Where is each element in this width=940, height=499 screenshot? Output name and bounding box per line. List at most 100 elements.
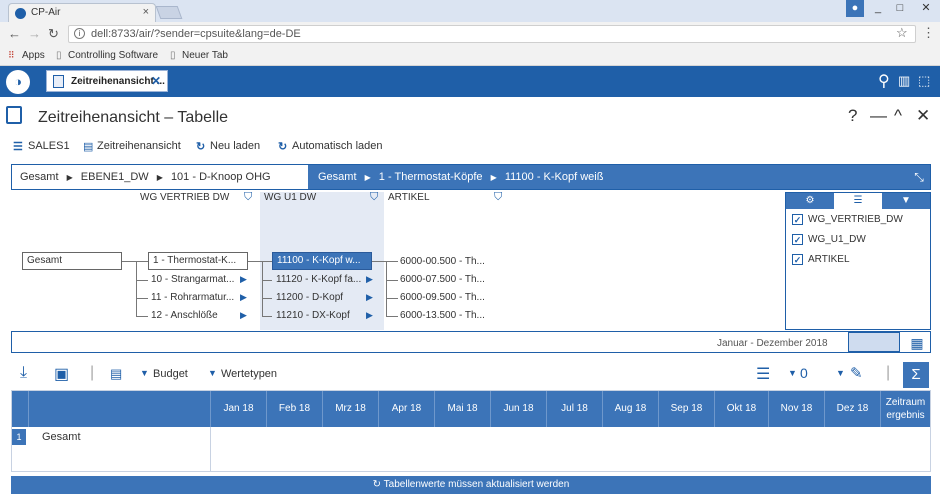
calendar-icon[interactable]: ▦ [906, 333, 928, 353]
reload-button[interactable]: Neu laden [210, 140, 260, 152]
expand-arrow-icon[interactable]: ▶ [240, 292, 247, 303]
row-number: 1 [12, 429, 26, 445]
level-checkbox[interactable]: ✓ ARTIKEL [792, 253, 922, 269]
breadcrumb-item[interactable]: 11100 - K-Kopf weiß [505, 171, 604, 183]
tree-leaf[interactable]: 6000-07.500 - Th... [400, 274, 485, 285]
breadcrumb-item[interactable]: EBENE1_DW [81, 171, 149, 183]
reload-icon[interactable]: ↻ [48, 26, 59, 42]
tree-node[interactable]: 11120 - K-Kopf fa... [276, 274, 361, 285]
checkbox-checked-icon[interactable]: ✓ [792, 254, 803, 265]
month-header[interactable]: Mrz 18 [322, 391, 378, 427]
browser-tab[interactable]: CP-Air × [8, 3, 156, 22]
fullscreen-icon[interactable]: ⬚ [918, 73, 930, 89]
browser-menu-icon[interactable]: ⋮ [922, 25, 935, 41]
month-header[interactable]: Okt 18 [714, 391, 768, 427]
level-checkbox[interactable]: ✓ WG_VERTRIEB_DW [792, 213, 922, 229]
expand-arrow-icon[interactable]: ▶ [366, 310, 373, 321]
filter-icon[interactable]: ⛉ [494, 191, 502, 204]
tree-node[interactable]: 10 - Strangarmat... [151, 274, 234, 285]
help-icon[interactable]: ? [848, 106, 857, 126]
maximize-button[interactable]: □ [890, 0, 910, 17]
auto-reload-button[interactable]: Automatisch laden [292, 140, 383, 152]
checkbox-checked-icon[interactable]: ✓ [792, 214, 803, 225]
download-icon[interactable]: ⤓ [20, 364, 27, 382]
breadcrumb-item[interactable]: Gesamt [20, 171, 59, 183]
sum-icon[interactable]: Σ [903, 362, 929, 388]
new-tab-button[interactable] [155, 6, 183, 19]
back-icon[interactable]: ← [8, 26, 21, 41]
month-header[interactable]: Jan 18 [210, 391, 266, 427]
filter-icon[interactable]: ⛉ [370, 191, 378, 204]
app-logo[interactable]: ◑ [6, 70, 30, 94]
month-header[interactable]: Apr 18 [378, 391, 434, 427]
save-icon[interactable]: ▣ [54, 364, 69, 384]
minimize-icon[interactable]: — [870, 106, 887, 126]
reload-icon: ↻ [196, 141, 206, 153]
expand-arrow-icon[interactable]: ▶ [366, 292, 373, 303]
expand-arrow-icon[interactable]: ▶ [240, 274, 247, 285]
app-tab[interactable]: Zeitreihenansicht ... ✕ [46, 70, 168, 92]
search-icon[interactable]: ⚲ [878, 71, 890, 91]
month-header[interactable]: Sep 18 [658, 391, 714, 427]
tree-node[interactable]: 1 - Thermostat-K... [148, 252, 248, 270]
sales-button[interactable]: SALES1 [28, 140, 70, 152]
print-icon[interactable]: ▤ [110, 366, 122, 382]
breadcrumb-item[interactable]: Gesamt [318, 171, 357, 183]
filter-icon[interactable]: ▼ [882, 193, 930, 209]
expand-arrow-icon[interactable]: ▶ [366, 274, 373, 285]
bookmark-controlling[interactable]: Controlling Software [68, 50, 158, 61]
period-slider-handle[interactable] [848, 332, 900, 352]
refresh-notice-button[interactable]: ↻ Tabellenwerte müssen aktualisiert werd… [11, 476, 931, 494]
info-icon[interactable]: i [74, 28, 85, 39]
tree-leaf[interactable]: 6000-13.500 - Th... [400, 310, 485, 321]
forward-icon[interactable]: → [28, 26, 41, 41]
rows-icon[interactable]: ☰ [756, 364, 770, 384]
layout-icon[interactable]: ▥ [898, 73, 910, 89]
tree-leaf[interactable]: 6000-00.500 - Th... [400, 256, 485, 267]
row-label[interactable]: Gesamt [42, 431, 81, 443]
filter-icon[interactable]: ⛉ [244, 191, 252, 204]
collapse-icon[interactable]: ^ [894, 106, 902, 126]
close-icon[interactable]: ✕ [151, 74, 161, 88]
user-icon[interactable]: ● [846, 0, 864, 17]
month-header[interactable]: Nov 18 [768, 391, 824, 427]
month-header[interactable]: Jun 18 [490, 391, 546, 427]
period-slider[interactable]: Januar - Dezember 2018 [11, 331, 931, 353]
tree-node[interactable]: 12 - Anschlöße [151, 310, 218, 321]
number-format-icon[interactable]: 0 [800, 365, 808, 381]
level-checkbox[interactable]: ✓ WG_U1_DW [792, 233, 922, 249]
expand-icon[interactable]: ⤡ [908, 165, 930, 189]
tree-node[interactable]: 11 - Rohrarmatur... [151, 292, 234, 303]
month-header[interactable]: Dez 18 [824, 391, 880, 427]
breadcrumb-item[interactable]: 1 - Thermostat-Köpfe [379, 171, 483, 183]
view-button[interactable]: Zeitreihenansicht [97, 140, 181, 152]
hierarchy-icon[interactable]: ⚙ [786, 193, 834, 209]
tree-node[interactable]: 11200 - D-Kopf [276, 292, 343, 303]
expand-arrow-icon[interactable]: ▶ [240, 310, 247, 321]
month-header[interactable]: Mai 18 [434, 391, 490, 427]
total-header[interactable]: Zeitraum ergebnis [880, 391, 930, 427]
checkbox-checked-icon[interactable]: ✓ [792, 234, 803, 245]
tree-node[interactable]: 11210 - DX-Kopf [276, 310, 350, 321]
url-text: dell:8733/air/?sender=cpsuite&lang=de-DE [91, 28, 301, 40]
close-icon[interactable]: × [143, 6, 149, 18]
list-icon[interactable]: ☰ [834, 193, 882, 209]
month-header[interactable]: Feb 18 [266, 391, 322, 427]
url-field[interactable]: i dell:8733/air/?sender=cpsuite&lang=de-… [68, 25, 916, 43]
bookmark-star-icon[interactable]: ☆ [896, 25, 908, 41]
value-types-dropdown[interactable]: Wertetypen [221, 368, 277, 380]
month-header[interactable]: Jul 18 [546, 391, 602, 427]
close-window-button[interactable]: ✕ [912, 0, 940, 17]
brush-icon[interactable]: ✎ [850, 364, 863, 382]
tree-root-node[interactable]: Gesamt [22, 252, 122, 270]
bookmark-neuer-tab[interactable]: Neuer Tab [182, 50, 228, 61]
bookmark-apps[interactable]: Apps [22, 50, 45, 61]
minimize-button[interactable]: _ [868, 0, 888, 17]
column-header: ARTIKEL [388, 192, 430, 203]
close-icon[interactable]: ✕ [916, 106, 930, 126]
tree-node-selected[interactable]: 11100 - K-Kopf w... [272, 252, 372, 270]
month-header[interactable]: Aug 18 [602, 391, 658, 427]
budget-dropdown[interactable]: Budget [153, 368, 188, 380]
tree-leaf[interactable]: 6000-09.500 - Th... [400, 292, 485, 303]
breadcrumb-item[interactable]: 101 - D-Knoop OHG [171, 171, 271, 183]
